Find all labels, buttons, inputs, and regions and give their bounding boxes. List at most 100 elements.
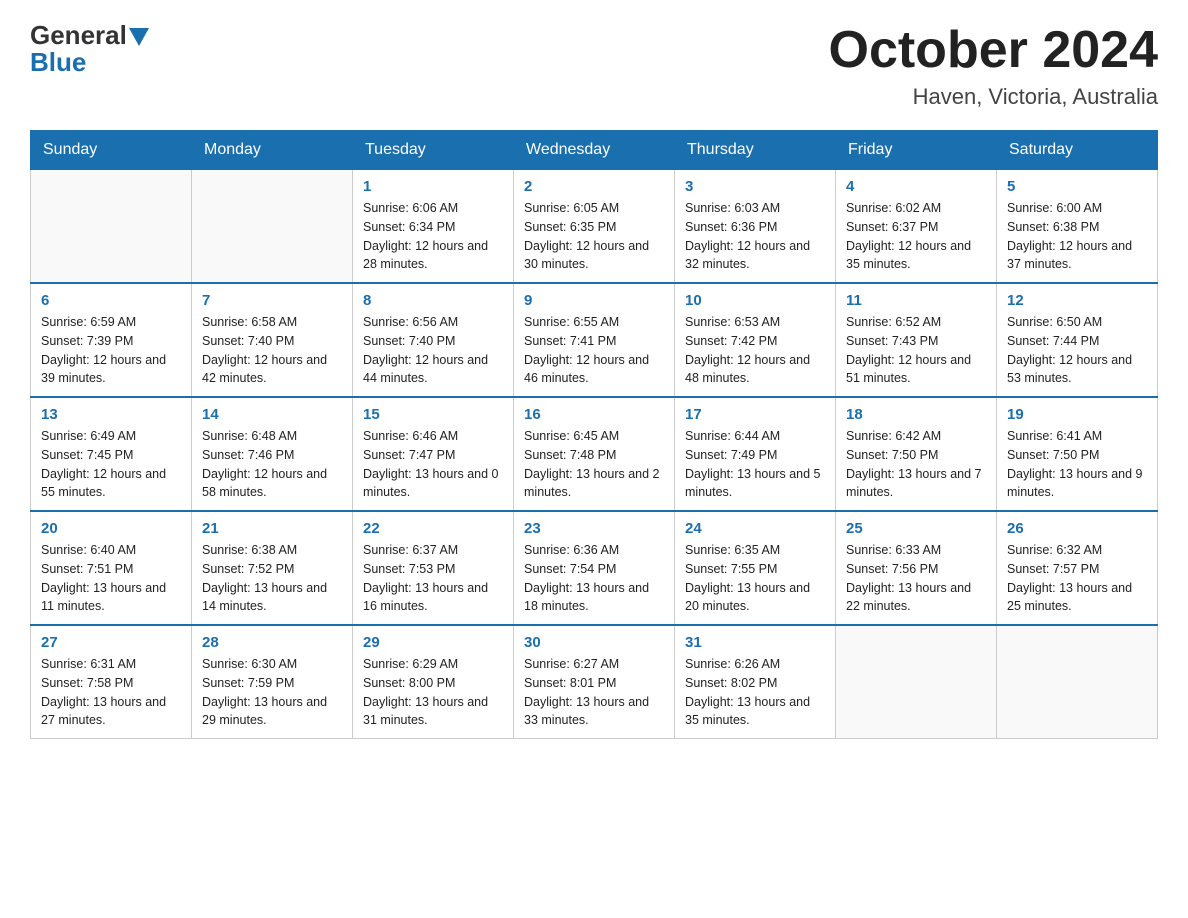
day-info: Sunrise: 6:06 AMSunset: 6:34 PMDaylight:…: [363, 199, 503, 274]
day-info: Sunrise: 6:40 AMSunset: 7:51 PMDaylight:…: [41, 541, 181, 616]
calendar-week-row: 6Sunrise: 6:59 AMSunset: 7:39 PMDaylight…: [31, 283, 1158, 397]
calendar-cell: 21 Sunrise: 6:38 AMSunset: 7:52 PMDayligh…: [192, 511, 353, 625]
calendar-week-row: 27 Sunrise: 6:31 AMSunset: 7:58 PMDayligh…: [31, 625, 1158, 739]
calendar-week-row: 1 Sunrise: 6:06 AMSunset: 6:34 PMDaylight…: [31, 170, 1158, 284]
calendar-cell: 23 Sunrise: 6:36 AMSunset: 7:54 PMDayligh…: [514, 511, 675, 625]
weekday-header-wednesday: Wednesday: [514, 131, 675, 170]
calendar-week-row: 20Sunrise: 6:40 AMSunset: 7:51 PMDayligh…: [31, 511, 1158, 625]
calendar-cell: 16 Sunrise: 6:45 AMSunset: 7:48 PMDayligh…: [514, 397, 675, 511]
calendar-cell: 24 Sunrise: 6:35 AMSunset: 7:55 PMDayligh…: [675, 511, 836, 625]
day-info: Sunrise: 6:42 AMSunset: 7:50 PMDaylight:…: [846, 427, 986, 502]
calendar-cell: 8 Sunrise: 6:56 AMSunset: 7:40 PMDaylight…: [353, 283, 514, 397]
calendar-header-row: SundayMondayTuesdayWednesdayThursdayFrid…: [31, 131, 1158, 170]
day-info: Sunrise: 6:33 AMSunset: 7:56 PMDaylight:…: [846, 541, 986, 616]
day-number: 1: [363, 178, 503, 195]
calendar-cell: 25 Sunrise: 6:33 AMSunset: 7:56 PMDayligh…: [836, 511, 997, 625]
calendar-cell: 7 Sunrise: 6:58 AMSunset: 7:40 PMDaylight…: [192, 283, 353, 397]
calendar-cell: [997, 625, 1158, 739]
title-section: October 2024 Haven, Victoria, Australia: [829, 20, 1159, 110]
weekday-header-thursday: Thursday: [675, 131, 836, 170]
day-info: Sunrise: 6:38 AMSunset: 7:52 PMDaylight:…: [202, 541, 342, 616]
calendar-cell: 3Sunrise: 6:03 AMSunset: 6:36 PMDaylight…: [675, 170, 836, 284]
weekday-header-friday: Friday: [836, 131, 997, 170]
day-info: Sunrise: 6:26 AMSunset: 8:02 PMDaylight:…: [685, 655, 825, 730]
day-number: 12: [1007, 292, 1147, 309]
day-number: 31: [685, 634, 825, 651]
day-info: Sunrise: 6:30 AMSunset: 7:59 PMDaylight:…: [202, 655, 342, 730]
calendar-cell: 9Sunrise: 6:55 AMSunset: 7:41 PMDaylight…: [514, 283, 675, 397]
day-info: Sunrise: 6:37 AMSunset: 7:53 PMDaylight:…: [363, 541, 503, 616]
day-info: Sunrise: 6:53 AMSunset: 7:42 PMDaylight:…: [685, 313, 825, 388]
calendar-week-row: 13 Sunrise: 6:49 AMSunset: 7:45 PMDayligh…: [31, 397, 1158, 511]
day-info: Sunrise: 6:02 AMSunset: 6:37 PMDaylight:…: [846, 199, 986, 274]
day-info: Sunrise: 6:03 AMSunset: 6:36 PMDaylight:…: [685, 199, 825, 274]
calendar-cell: 6Sunrise: 6:59 AMSunset: 7:39 PMDaylight…: [31, 283, 192, 397]
day-number: 17: [685, 406, 825, 423]
day-info: Sunrise: 6:00 AMSunset: 6:38 PMDaylight:…: [1007, 199, 1147, 274]
calendar-cell: 13 Sunrise: 6:49 AMSunset: 7:45 PMDayligh…: [31, 397, 192, 511]
day-info: Sunrise: 6:46 AMSunset: 7:47 PMDaylight:…: [363, 427, 503, 502]
calendar-cell: 10 Sunrise: 6:53 AMSunset: 7:42 PMDayligh…: [675, 283, 836, 397]
calendar-cell: 27 Sunrise: 6:31 AMSunset: 7:58 PMDayligh…: [31, 625, 192, 739]
day-info: Sunrise: 6:52 AMSunset: 7:43 PMDaylight:…: [846, 313, 986, 388]
day-number: 13: [41, 406, 181, 423]
day-info: Sunrise: 6:35 AMSunset: 7:55 PMDaylight:…: [685, 541, 825, 616]
day-info: Sunrise: 6:56 AMSunset: 7:40 PMDaylight:…: [363, 313, 503, 388]
calendar-cell: [836, 625, 997, 739]
day-info: Sunrise: 6:31 AMSunset: 7:58 PMDaylight:…: [41, 655, 181, 730]
calendar-cell: 17 Sunrise: 6:44 AMSunset: 7:49 PMDayligh…: [675, 397, 836, 511]
calendar-cell: 19Sunrise: 6:41 AMSunset: 7:50 PMDayligh…: [997, 397, 1158, 511]
day-number: 28: [202, 634, 342, 651]
logo: General Blue: [30, 20, 149, 78]
calendar-cell: 30Sunrise: 6:27 AMSunset: 8:01 PMDayligh…: [514, 625, 675, 739]
day-number: 25: [846, 520, 986, 537]
month-title: October 2024: [829, 20, 1159, 80]
weekday-header-tuesday: Tuesday: [353, 131, 514, 170]
logo-triangle-icon: [129, 28, 149, 46]
day-number: 4: [846, 178, 986, 195]
day-number: 26: [1007, 520, 1147, 537]
calendar-cell: 28 Sunrise: 6:30 AMSunset: 7:59 PMDayligh…: [192, 625, 353, 739]
weekday-header-monday: Monday: [192, 131, 353, 170]
day-info: Sunrise: 6:48 AMSunset: 7:46 PMDaylight:…: [202, 427, 342, 502]
day-number: 7: [202, 292, 342, 309]
day-info: Sunrise: 6:44 AMSunset: 7:49 PMDaylight:…: [685, 427, 825, 502]
calendar-cell: 20Sunrise: 6:40 AMSunset: 7:51 PMDayligh…: [31, 511, 192, 625]
day-number: 19: [1007, 406, 1147, 423]
calendar-cell: 11 Sunrise: 6:52 AMSunset: 7:43 PMDayligh…: [836, 283, 997, 397]
calendar-cell: 18 Sunrise: 6:42 AMSunset: 7:50 PMDayligh…: [836, 397, 997, 511]
day-number: 22: [363, 520, 503, 537]
location-title: Haven, Victoria, Australia: [829, 84, 1159, 110]
day-number: 18: [846, 406, 986, 423]
calendar-table: SundayMondayTuesdayWednesdayThursdayFrid…: [30, 130, 1158, 739]
weekday-header-sunday: Sunday: [31, 131, 192, 170]
day-number: 21: [202, 520, 342, 537]
day-number: 9: [524, 292, 664, 309]
day-number: 2: [524, 178, 664, 195]
day-number: 24: [685, 520, 825, 537]
calendar-cell: 26 Sunrise: 6:32 AMSunset: 7:57 PMDayligh…: [997, 511, 1158, 625]
day-info: Sunrise: 6:58 AMSunset: 7:40 PMDaylight:…: [202, 313, 342, 388]
day-info: Sunrise: 6:29 AMSunset: 8:00 PMDaylight:…: [363, 655, 503, 730]
day-number: 11: [846, 292, 986, 309]
day-number: 6: [41, 292, 181, 309]
day-info: Sunrise: 6:36 AMSunset: 7:54 PMDaylight:…: [524, 541, 664, 616]
day-number: 27: [41, 634, 181, 651]
day-number: 16: [524, 406, 664, 423]
day-info: Sunrise: 6:32 AMSunset: 7:57 PMDaylight:…: [1007, 541, 1147, 616]
day-info: Sunrise: 6:49 AMSunset: 7:45 PMDaylight:…: [41, 427, 181, 502]
logo-blue-text: Blue: [30, 47, 86, 78]
calendar-cell: 5 Sunrise: 6:00 AMSunset: 6:38 PMDaylight…: [997, 170, 1158, 284]
day-number: 14: [202, 406, 342, 423]
day-number: 5: [1007, 178, 1147, 195]
day-number: 29: [363, 634, 503, 651]
day-info: Sunrise: 6:45 AMSunset: 7:48 PMDaylight:…: [524, 427, 664, 502]
calendar-cell: [31, 170, 192, 284]
calendar-cell: [192, 170, 353, 284]
page-header: General Blue October 2024 Haven, Victori…: [30, 20, 1158, 110]
day-number: 8: [363, 292, 503, 309]
day-number: 23: [524, 520, 664, 537]
day-number: 10: [685, 292, 825, 309]
calendar-cell: 14 Sunrise: 6:48 AMSunset: 7:46 PMDayligh…: [192, 397, 353, 511]
day-number: 15: [363, 406, 503, 423]
